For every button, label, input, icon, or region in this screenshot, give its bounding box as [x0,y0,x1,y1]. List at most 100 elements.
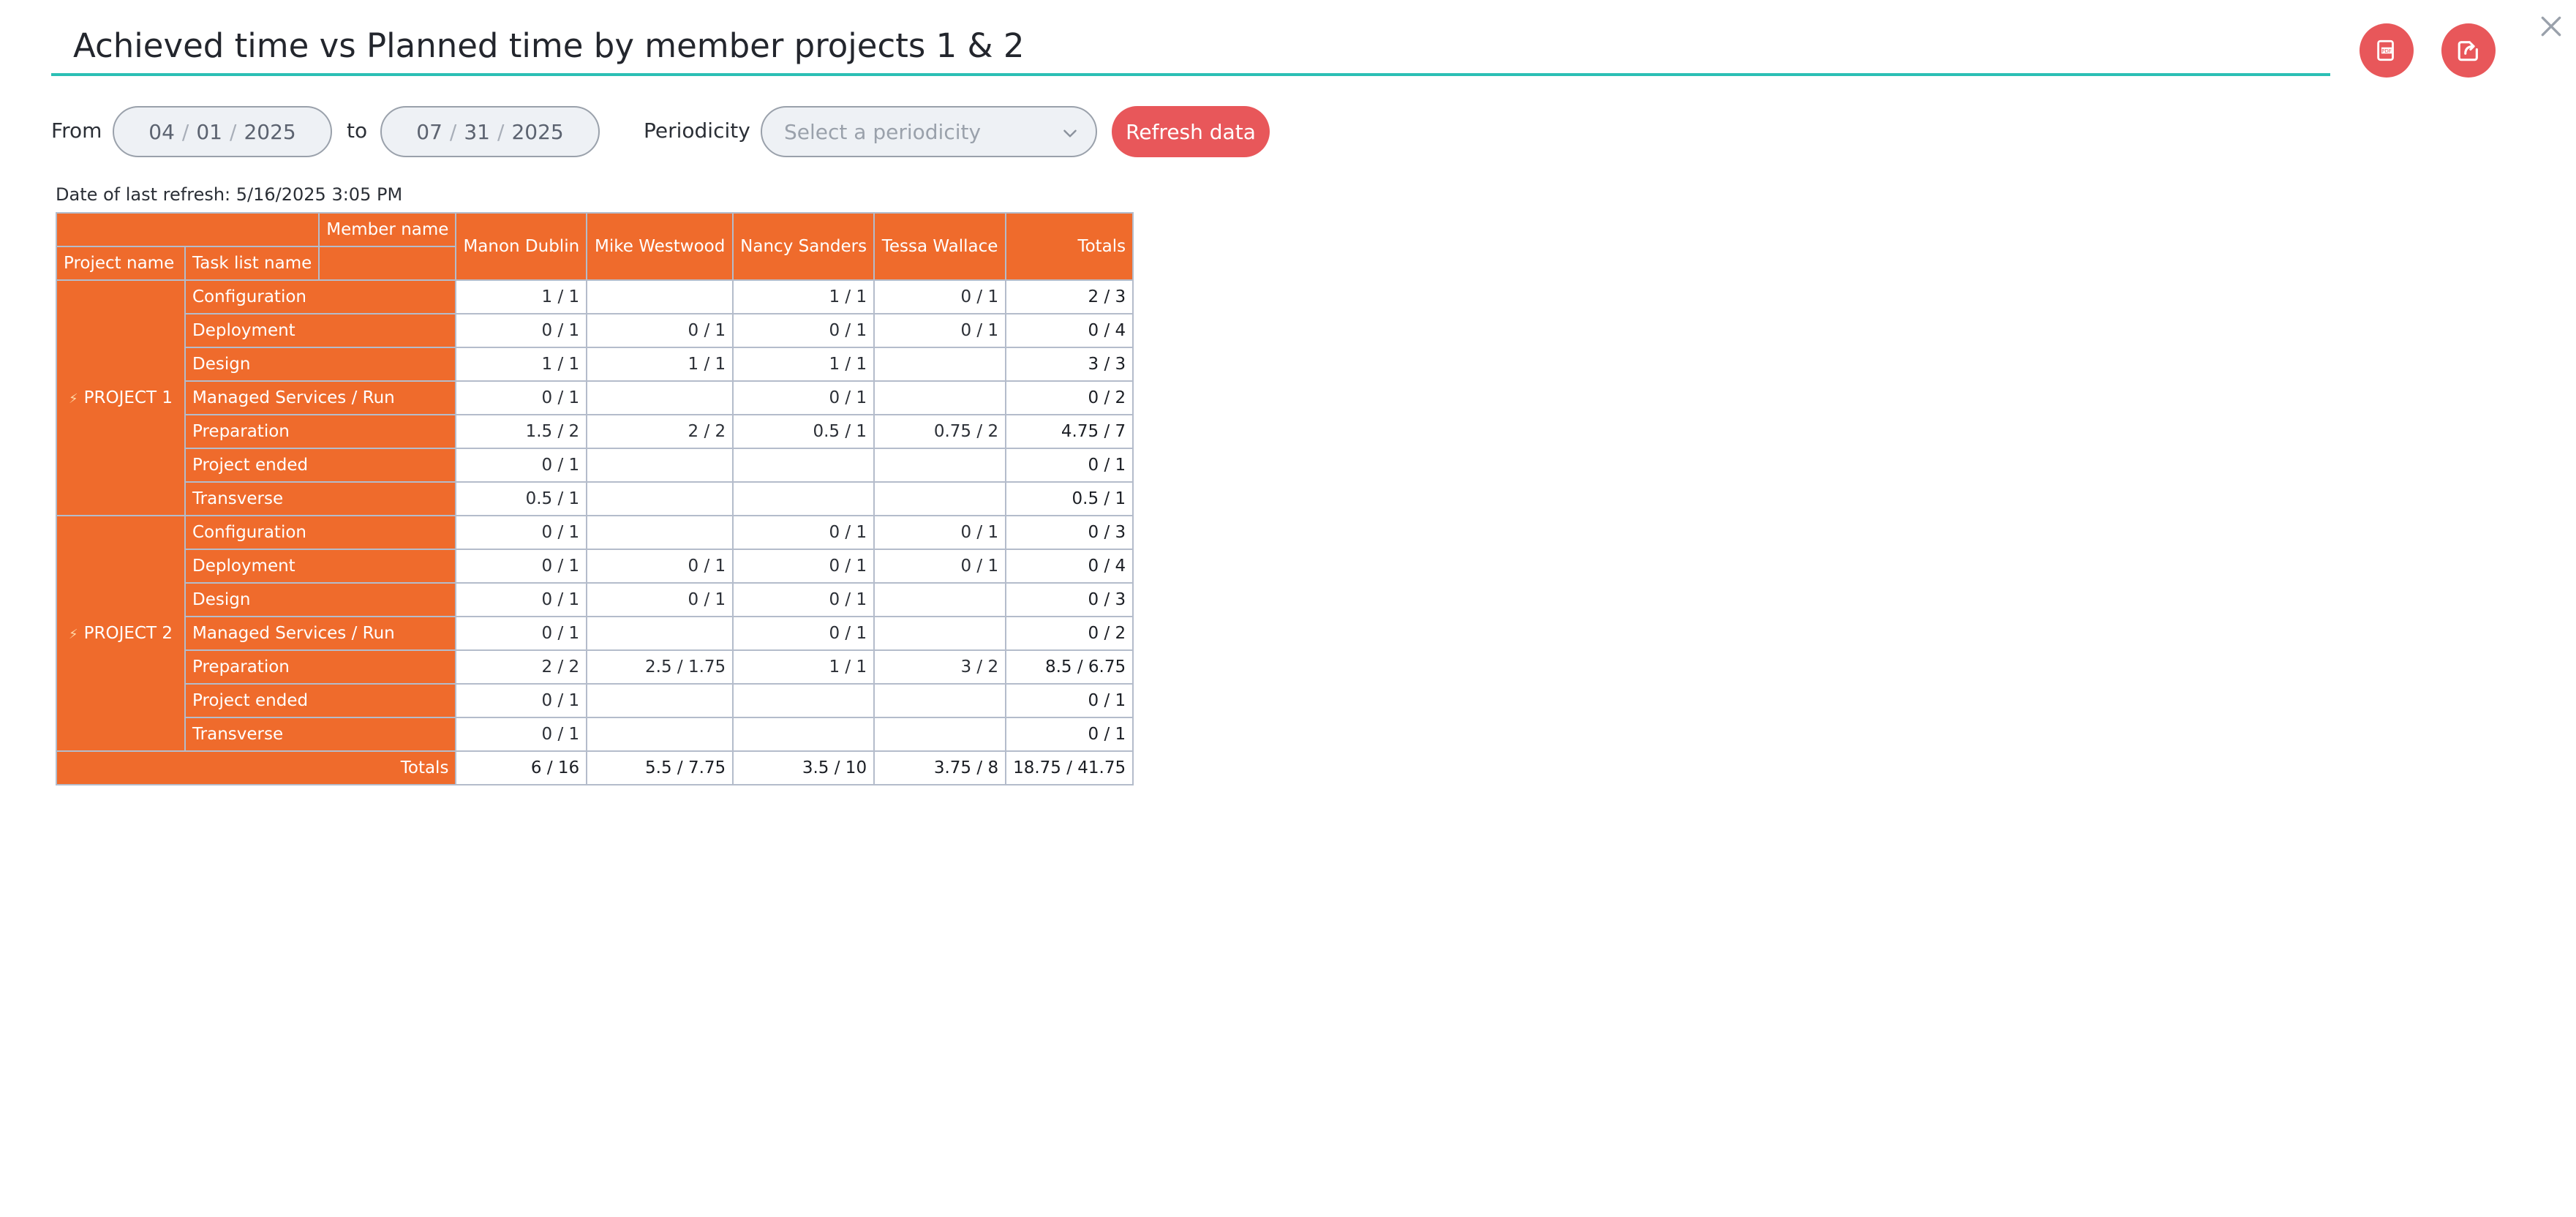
value-cell: 0.5 / 1 [732,414,875,449]
value-cell [873,481,1007,516]
table-row: Project ended 0 / 10 / 1 [56,683,1134,718]
date-separator: / [230,119,237,144]
member-column-header: Nancy Sanders [732,212,875,281]
project-name: PROJECT 1 [83,388,173,407]
value-cell [732,481,875,516]
value-cell: 0 / 1 [455,582,588,617]
date-separator: / [497,119,505,144]
column-total-cell: 3.5 / 10 [732,750,875,785]
value-cell: 1 / 1 [732,279,875,314]
periodicity-select[interactable]: Select a periodicity [761,106,1097,157]
row-total-cell: 3 / 3 [1005,347,1134,382]
from-day[interactable]: 01 [196,120,222,144]
from-date-input[interactable]: 04 / 01 / 2025 [113,106,332,157]
value-cell [586,380,734,415]
project-name: PROJECT 2 [83,624,173,643]
value-cell [873,683,1007,718]
close-icon[interactable] [2537,12,2566,41]
row-total-cell: 0 / 2 [1005,380,1134,415]
value-cell [732,717,875,752]
totals-row: Totals 6 / 16 5.5 / 7.75 3.5 / 10 3.75 / 8 18… [55,750,1134,785]
bolt-icon: ⚡ [69,627,78,642]
value-cell: 0 / 1 [732,616,875,651]
column-total-cell: 5.5 / 7.75 [586,750,734,785]
member-column-header: Manon Dublin [455,212,588,281]
refresh-data-button[interactable]: Refresh data [1112,106,1270,157]
value-cell: 2.5 / 1.75 [586,649,734,685]
value-cell [873,448,1007,483]
table-row: Project ended 0 / 10 / 1 [56,448,1134,483]
from-year[interactable]: 2025 [244,120,295,144]
value-cell: 0.5 / 1 [455,481,588,516]
value-cell: 1 / 1 [455,279,588,314]
value-cell: 1 / 1 [586,347,734,382]
table-row: ⚡ PROJECT 1 Configuration 1 / 11 / 10 / 12 … [56,279,1134,516]
value-cell [586,717,734,752]
value-cell: 1 / 1 [732,649,875,685]
row-total-cell: 0 / 1 [1005,683,1134,718]
task-list-name: Design [184,582,457,617]
date-separator: / [181,119,189,144]
value-cell: 3 / 2 [873,649,1007,685]
value-cell [732,448,875,483]
share-export-button[interactable] [2441,23,2496,78]
last-refresh-date: Date of last refresh: 5/16/2025 3:05 PM [56,184,403,205]
row-total-cell: 0.5 / 1 [1005,481,1134,516]
value-cell [586,683,734,718]
table-row: Transverse 0.5 / 1 0.5 / 1 [56,481,1134,516]
value-cell [586,448,734,483]
to-date-input[interactable]: 07 / 31 / 2025 [380,106,600,157]
value-cell: 1 / 1 [455,347,588,382]
totals-column-header: Totals [1005,212,1134,281]
project-cell: ⚡ PROJECT 1 [56,279,186,516]
value-cell [586,279,734,314]
member-name-spacer [318,246,457,281]
table-row: Deployment 0 / 10 / 10 / 10 / 10 / 4 [56,313,1134,348]
export-icon [2458,41,2478,61]
to-month[interactable]: 07 [416,120,442,144]
value-cell: 0 / 1 [732,549,875,584]
value-cell: 0 / 1 [586,549,734,584]
to-day[interactable]: 31 [464,120,490,144]
value-cell [873,347,1007,382]
task-list-name: Managed Services / Run [184,380,457,415]
row-total-cell: 0 / 2 [1005,616,1134,651]
table-row: Transverse 0 / 10 / 1 [56,717,1134,752]
value-cell: 0 / 1 [455,616,588,651]
value-cell [586,616,734,651]
row-total-cell: 0 / 1 [1005,448,1134,483]
row-total-cell: 0 / 1 [1005,717,1134,752]
table-row: Managed Services / Run 0 / 10 / 10 / 2 [56,380,1134,415]
task-list-name: Project ended [184,683,457,718]
corner-cell [55,212,320,247]
header-row: Member name Manon Dublin Mike Westwood Nanc… [55,212,1134,281]
task-list-name: Deployment [184,313,457,348]
table-row: Preparation 1.5 / 22 / 2 0.5 / 1 0.75 / 2 4.… [56,414,1134,449]
value-cell: 0 / 1 [455,515,588,550]
table-row: Design 0 / 10 / 10 / 10 / 3 [56,582,1134,617]
export-pdf-button[interactable]: PDF [2360,23,2414,78]
project-name-header: Project name [56,246,186,281]
report-title-field[interactable]: Achieved time vs Planned time by member … [51,20,2330,76]
from-month[interactable]: 04 [148,120,175,144]
pdf-icon: PDF [2377,39,2394,61]
to-year[interactable]: 2025 [511,120,563,144]
periodicity-placeholder: Select a periodicity [784,120,982,144]
from-label: From [51,118,102,143]
value-cell: 2 / 2 [586,414,734,449]
report-title[interactable]: Achieved time vs Planned time by member … [73,26,1025,65]
row-total-cell: 0 / 3 [1005,515,1134,550]
row-total-cell: 0 / 4 [1005,313,1134,348]
task-list-name: Deployment [184,549,457,584]
value-cell: 0 / 1 [455,380,588,415]
value-cell: 0 / 1 [873,279,1007,314]
value-cell [586,481,734,516]
value-cell: 0 / 1 [586,582,734,617]
value-cell: 2 / 2 [455,649,588,685]
value-cell: 1 / 1 [732,347,875,382]
row-total-cell: 4.75 / 7 [1005,414,1134,449]
member-column-header: Tessa Wallace [873,212,1007,281]
table-row: Deployment 0 / 10 / 10 / 10 / 10 / 4 [56,549,1134,584]
value-cell: 0 / 1 [873,549,1007,584]
task-list-name: Preparation [184,414,457,449]
